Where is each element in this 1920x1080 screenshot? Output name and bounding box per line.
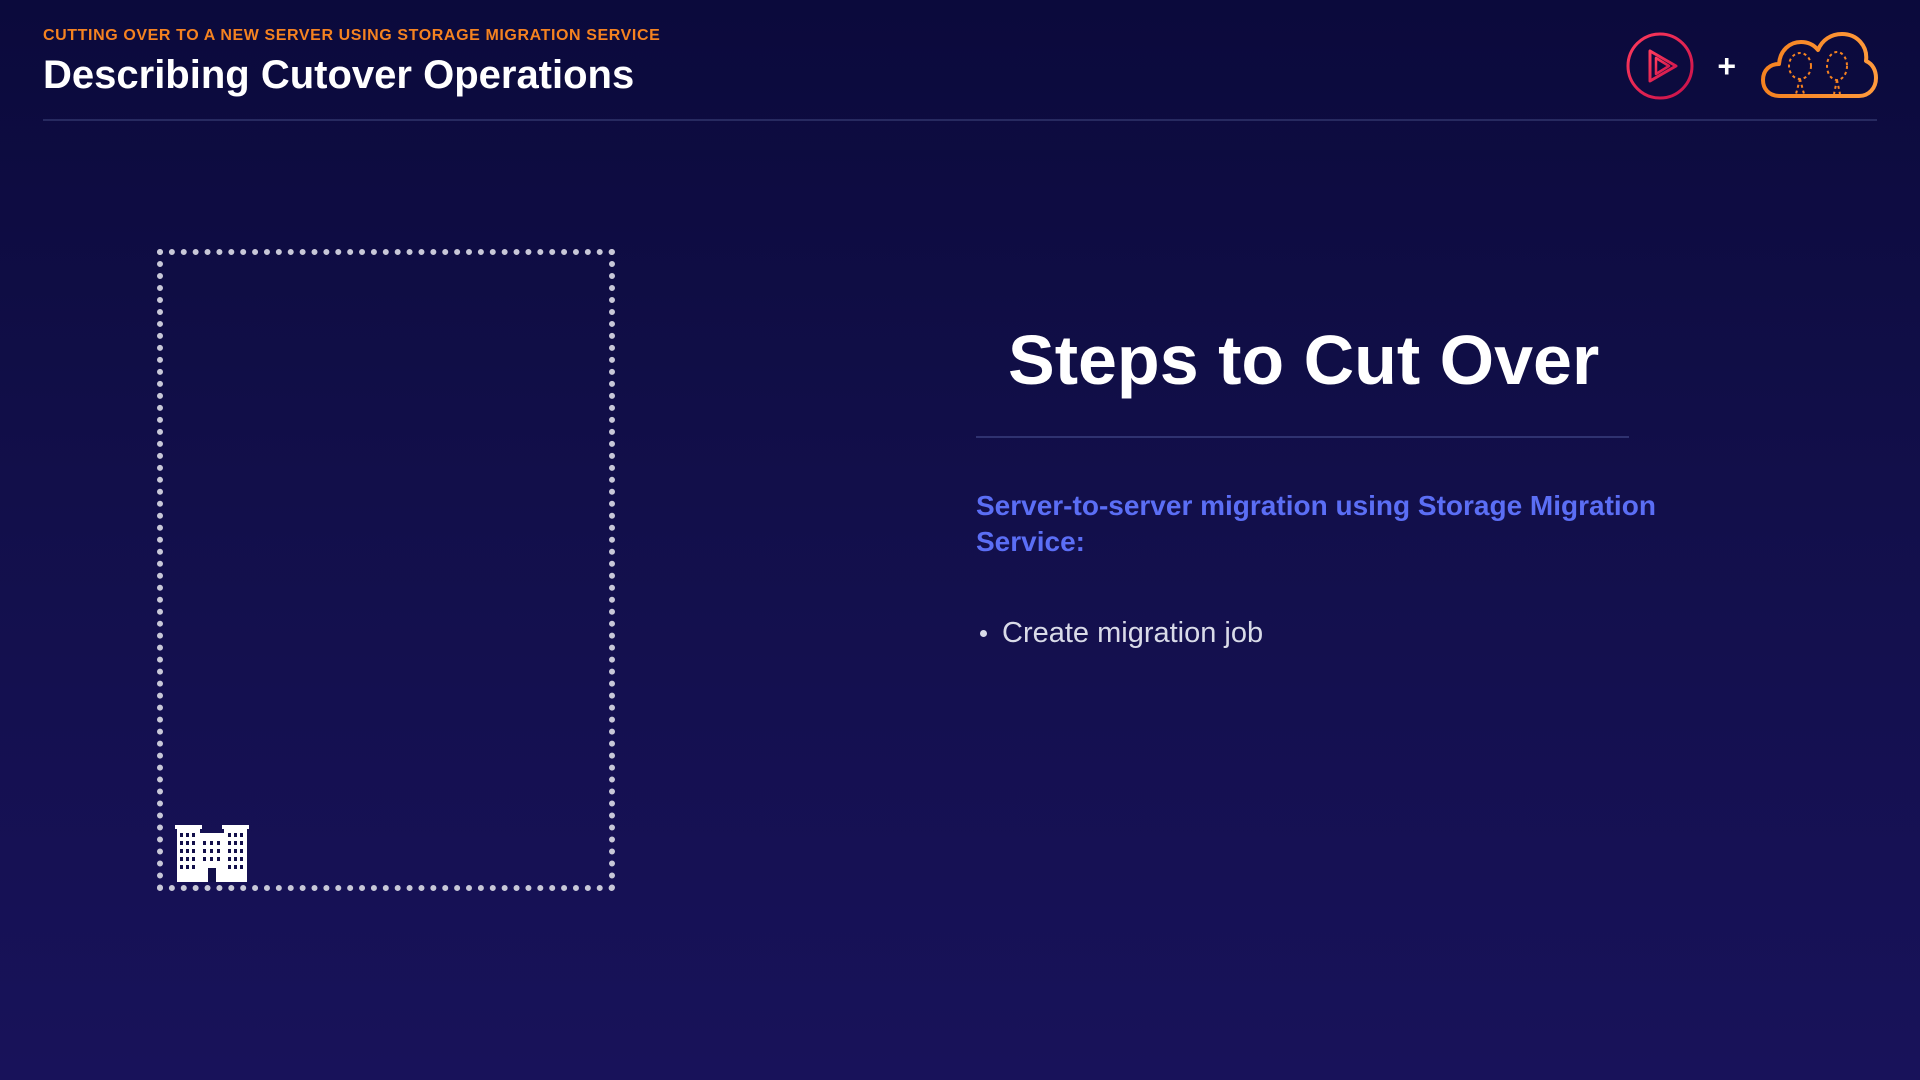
plus-sign: + (1717, 48, 1736, 84)
bullet-list: Create migration job (976, 614, 1263, 652)
section-subheading: Server-to-server migration using Storage… (976, 490, 1656, 557)
bullet-dot (980, 629, 987, 637)
module-kicker: CUTTING OVER TO A NEW SERVER USING STORA… (43, 27, 661, 44)
play-circle-icon (1626, 32, 1694, 100)
section-divider (976, 436, 1629, 438)
bullet-item: Create migration job (976, 614, 1263, 652)
slide-header: CUTTING OVER TO A NEW SERVER USING STORA… (43, 26, 660, 98)
section-heading: Steps to Cut Over (1008, 321, 1600, 399)
page-title: Describing Cutover Operations (43, 53, 635, 97)
brand-logos: + (1625, 28, 1878, 104)
building-icon (175, 825, 249, 882)
bullet-text: Create migration job (1002, 617, 1264, 649)
slide: CUTTING OVER TO A NEW SERVER USING STORA… (0, 0, 1920, 1080)
diagram-placeholder-box (157, 249, 615, 891)
header-divider (43, 119, 1877, 121)
cloud-icon (1761, 32, 1878, 98)
